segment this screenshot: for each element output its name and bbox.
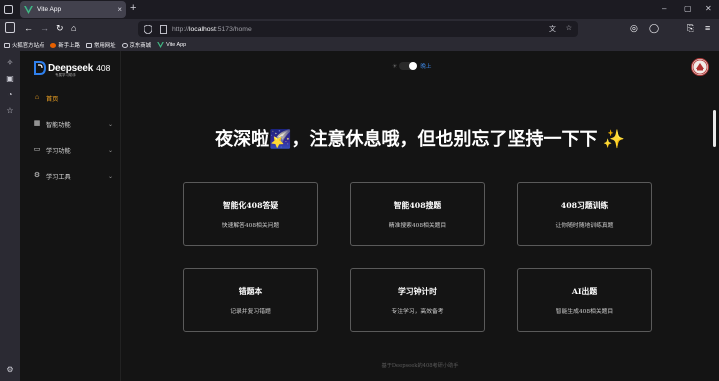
bookmark-item[interactable]: 新手上路 xyxy=(50,41,80,49)
theme-toggle[interactable]: ☀ 晚上 xyxy=(392,62,431,70)
translate-icon[interactable]: 文 xyxy=(549,24,556,34)
forward-icon[interactable]: → xyxy=(40,23,49,34)
logo-text: Deepseek xyxy=(48,62,94,74)
vite-icon xyxy=(157,42,164,48)
theme-label: 晚上 xyxy=(420,64,432,70)
browser-nav-bar: ← → ↻ ⌂ http://localhost:5173/home 文 ☆ ◎… xyxy=(0,19,719,39)
grid-icon: ▦ xyxy=(33,120,41,127)
toggle-track[interactable] xyxy=(399,62,418,70)
tab-close-icon[interactable]: × xyxy=(117,5,122,14)
logo-number: 408 xyxy=(96,63,111,73)
history-icon[interactable]: ◔ xyxy=(5,90,15,100)
feature-card-ai-questions[interactable]: AI出题 智能生成408相关题目 xyxy=(517,268,652,332)
greeting-headline: 夜深啦🌠，注意休息哦，但也别忘了坚持一下下 ✨ xyxy=(215,129,625,149)
maximize-icon[interactable]: ▢ xyxy=(684,4,692,13)
card-description: 精准搜索408相关题目 xyxy=(388,223,447,229)
folder-icon xyxy=(85,42,92,48)
card-title: 智能408搜题 xyxy=(393,201,442,210)
card-title: 智能化408答疑 xyxy=(222,201,279,210)
app-main: ☀ 晚上 夜深啦🌠，注意休息哦，但也别忘了坚持一下下 ✨ 智能化408答疑 快速… xyxy=(121,51,719,381)
url-prefix: http:// xyxy=(172,25,190,33)
chevron-down-icon: ⌄ xyxy=(107,173,113,180)
bookmarks-bar: 火狐官方站点 新手上路 常用网址 京东商城 Vite App xyxy=(0,39,719,51)
minimize-icon[interactable]: – xyxy=(662,4,666,13)
bookmark-item[interactable]: 火狐官方站点 xyxy=(4,41,44,49)
address-bar[interactable]: http://localhost:5173/home 文 ☆ xyxy=(138,21,578,37)
app-sidebar: Deepseek 408 专属学习助手 ⌂ 首页 ▦ 智能功能 ⌄ ▭ 学习功能… xyxy=(20,51,121,381)
logo-subtitle: 专属学习助手 xyxy=(55,73,76,77)
home-icon: ⌂ xyxy=(34,94,40,101)
url-host: localhost xyxy=(189,25,216,33)
menu-item-home[interactable]: ⌂ 首页 xyxy=(33,92,113,104)
monitor-icon: ▭ xyxy=(33,146,41,153)
card-title: 学习钟计时 xyxy=(398,287,437,296)
chevron-down-icon: ⌄ xyxy=(107,147,113,154)
menu-item-smart-features[interactable]: ▦ 智能功能 ⌄ xyxy=(33,118,113,130)
avatar[interactable] xyxy=(691,58,709,76)
bookmark-item[interactable]: 常用网址 xyxy=(85,41,116,49)
toggle-knob xyxy=(409,62,418,70)
feature-card-practice[interactable]: 408习题训练 让你随时随地训练真题 xyxy=(517,182,652,246)
shield-icon xyxy=(144,24,152,34)
sidebar-toggle-icon[interactable] xyxy=(5,22,15,33)
globe-icon xyxy=(121,42,128,48)
bookmarks-icon[interactable]: ☆ xyxy=(5,106,15,116)
folder-icon xyxy=(4,42,10,48)
footer-text: 基于Deepseek的408考研小助手 xyxy=(381,363,459,369)
tab-overview-icon[interactable] xyxy=(4,5,13,14)
url-path: :5173/home xyxy=(215,25,252,33)
firefox-icon xyxy=(50,42,57,48)
app-root: Deepseek 408 专属学习助手 ⌂ 首页 ▦ 智能功能 ⌄ ▭ 学习功能… xyxy=(20,51,719,381)
card-description: 快速解答408相关问题 xyxy=(221,223,280,229)
menu-icon[interactable]: ≡ xyxy=(705,23,710,34)
sidebar-settings-icon[interactable]: ⚙ xyxy=(5,365,15,375)
tab-title: Vite App xyxy=(37,6,62,13)
card-title: 408习题训练 xyxy=(560,201,609,210)
pocket-icon[interactable]: ◎ xyxy=(630,23,638,34)
extensions-icon[interactable]: ⎘ xyxy=(687,23,694,34)
back-icon[interactable]: ← xyxy=(24,23,33,34)
university-emblem-icon xyxy=(692,59,708,75)
bookmark-item[interactable]: Vite App xyxy=(157,42,186,48)
reload-icon[interactable]: ↻ xyxy=(56,23,64,34)
vite-tab-icon xyxy=(24,5,33,14)
feature-card-mistakes[interactable]: 错题本 记录并复习错题 xyxy=(183,268,318,332)
card-description: 记录并复习错题 xyxy=(230,309,271,315)
gear-icon: ⚙ xyxy=(33,172,41,179)
card-description: 让你随时随地训练真题 xyxy=(555,223,614,229)
browser-tab-bar: Vite App × + – ▢ ✕ xyxy=(0,0,719,19)
logo-mark-icon xyxy=(34,61,46,75)
card-description: 专注学习，高效备考 xyxy=(391,309,444,315)
account-icon[interactable]: ◯ xyxy=(649,23,659,34)
close-window-icon[interactable]: ✕ xyxy=(705,4,712,13)
ai-chat-icon[interactable]: ✧ xyxy=(5,58,15,68)
bookmark-star-icon[interactable]: ☆ xyxy=(566,24,572,32)
synced-tabs-icon[interactable]: ▣ xyxy=(5,74,15,84)
menu-item-study-tools[interactable]: ⚙ 学习工具 ⌄ xyxy=(33,170,113,182)
card-description: 智能生成408相关题目 xyxy=(555,309,614,315)
new-tab-button[interactable]: + xyxy=(130,3,136,14)
browser-sidebar: ✧ ▣ ◔ ☆ ⚙ xyxy=(0,51,20,381)
page-icon xyxy=(160,24,167,34)
home-icon[interactable]: ⌂ xyxy=(71,23,76,34)
chevron-down-icon: ⌄ xyxy=(107,121,113,128)
feature-card-timer[interactable]: 学习钟计时 专注学习，高效备考 xyxy=(350,268,485,332)
browser-tab-active[interactable]: Vite App × xyxy=(20,1,126,18)
feature-card-qa[interactable]: 智能化408答疑 快速解答408相关问题 xyxy=(183,182,318,246)
feature-card-search[interactable]: 智能408搜题 精准搜索408相关题目 xyxy=(350,182,485,246)
sun-icon: ☀ xyxy=(392,63,398,70)
menu-item-study-features[interactable]: ▭ 学习功能 ⌄ xyxy=(33,144,113,156)
bookmark-item[interactable]: 京东商城 xyxy=(121,41,151,49)
card-title: 错题本 xyxy=(238,287,263,296)
card-title: AI出题 xyxy=(571,287,598,296)
